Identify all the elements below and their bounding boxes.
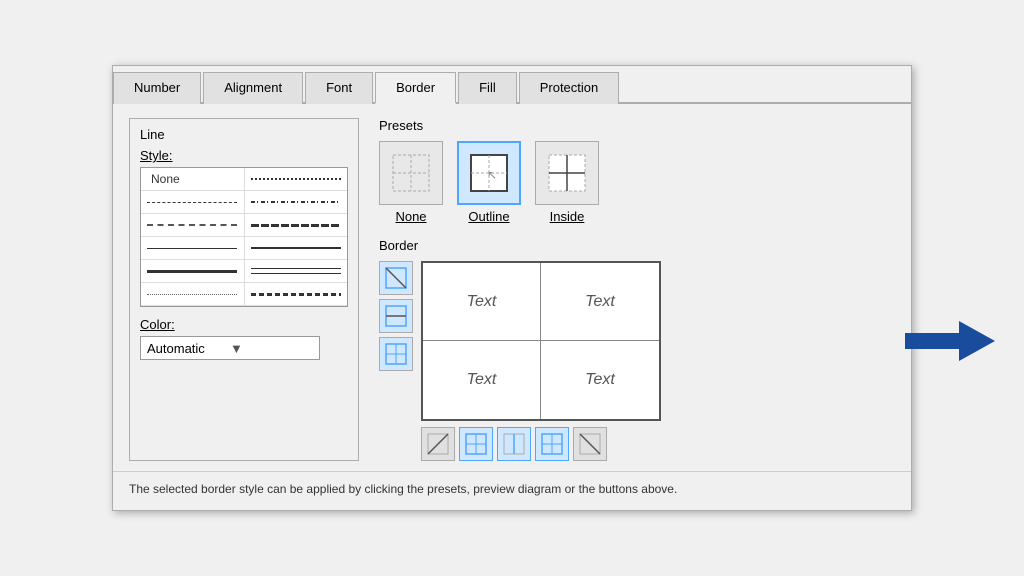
- footer: The selected border style can be applied…: [113, 471, 911, 510]
- border-top-left-diag-icon: [385, 267, 407, 289]
- arrow-indicator: [905, 321, 995, 361]
- presets-section: Presets None: [379, 118, 895, 224]
- border-all-diag-button[interactable]: [535, 427, 569, 461]
- color-value: Automatic: [147, 341, 230, 356]
- border-horizontal-mid-button[interactable]: [379, 299, 413, 333]
- border-bottom-buttons: [421, 427, 895, 461]
- preset-inside: Inside: [535, 141, 599, 224]
- tab-fill[interactable]: Fill: [458, 72, 517, 104]
- tab-number[interactable]: Number: [113, 72, 201, 104]
- border-preview-cell-1: Text: [423, 263, 541, 341]
- style-dash2[interactable]: [244, 214, 347, 237]
- preset-outline-label: Outline: [468, 209, 509, 224]
- border-preview-cell-2: Text: [541, 263, 659, 341]
- preset-none-button[interactable]: [379, 141, 443, 205]
- preset-none: None: [379, 141, 443, 224]
- line-panel: Line Style: None: [129, 118, 359, 461]
- border-all-diag-icon: [541, 433, 563, 455]
- border-preview-cell-4: Text: [541, 341, 659, 419]
- color-label: Color:: [140, 317, 348, 332]
- border-preview-wrap: Text Text Text Text: [421, 261, 895, 421]
- footer-text: The selected border style can be applied…: [129, 482, 677, 496]
- color-dropdown-arrow: ▼: [230, 341, 313, 356]
- style-grid: None: [140, 167, 348, 307]
- tab-font[interactable]: Font: [305, 72, 373, 104]
- preset-none-label: None: [395, 209, 426, 224]
- tab-protection[interactable]: Protection: [519, 72, 620, 104]
- presets-title: Presets: [379, 118, 895, 133]
- preset-inside-button[interactable]: [535, 141, 599, 205]
- border-all-icon: [385, 343, 407, 365]
- style-double[interactable]: [244, 260, 347, 283]
- arrow-shape: [905, 321, 995, 361]
- border-top-left-diag-button[interactable]: [379, 261, 413, 295]
- right-panel: Presets None: [379, 118, 895, 461]
- style-dashed1[interactable]: [141, 191, 244, 214]
- main-content: Line Style: None: [113, 104, 911, 471]
- border-all-bottom-icon: [465, 433, 487, 455]
- preset-outline-icon: ↖: [467, 151, 511, 195]
- style-dashdot2[interactable]: [141, 214, 244, 237]
- border-horizontal-mid-icon: [385, 305, 407, 327]
- style-dotted2[interactable]: [141, 283, 244, 306]
- style-dotdash[interactable]: [244, 191, 347, 214]
- preset-outline: ↖ Outline: [457, 141, 521, 224]
- style-dashes[interactable]: [244, 283, 347, 306]
- format-cells-dialog: Number Alignment Font Border Fill Protec…: [112, 65, 912, 511]
- border-diag-br-button[interactable]: [573, 427, 607, 461]
- svg-text:↖: ↖: [487, 168, 497, 182]
- style-dotted1[interactable]: [244, 168, 347, 191]
- preset-inside-label: Inside: [550, 209, 585, 224]
- border-diag-tl-button[interactable]: [421, 427, 455, 461]
- border-left-buttons: [379, 261, 413, 371]
- border-vertical-center-button[interactable]: [497, 427, 531, 461]
- preset-outline-button[interactable]: ↖: [457, 141, 521, 205]
- tab-alignment[interactable]: Alignment: [203, 72, 303, 104]
- border-section: Border: [379, 238, 895, 461]
- style-solid2[interactable]: [244, 237, 347, 260]
- style-solid1[interactable]: [141, 237, 244, 260]
- border-all-button[interactable]: [379, 337, 413, 371]
- style-solid3[interactable]: [141, 260, 244, 283]
- border-content: Text Text Text Text: [379, 261, 895, 421]
- border-vertical-center-icon: [503, 433, 525, 455]
- color-dropdown[interactable]: Automatic ▼: [140, 336, 320, 360]
- preset-inside-icon: [545, 151, 589, 195]
- border-preview[interactable]: Text Text Text Text: [421, 261, 661, 421]
- style-label: Style:: [140, 148, 348, 163]
- border-diag-tl-icon: [427, 433, 449, 455]
- style-none[interactable]: None: [141, 168, 244, 191]
- tab-border[interactable]: Border: [375, 72, 456, 104]
- preset-none-icon: [389, 151, 433, 195]
- border-preview-cell-3: Text: [423, 341, 541, 419]
- line-panel-title: Line: [140, 127, 348, 142]
- border-all-bottom-button[interactable]: [459, 427, 493, 461]
- presets-row: None ↖ Outline: [379, 141, 895, 224]
- border-title: Border: [379, 238, 895, 253]
- tab-bar: Number Alignment Font Border Fill Protec…: [113, 66, 911, 104]
- border-diag-br-icon: [579, 433, 601, 455]
